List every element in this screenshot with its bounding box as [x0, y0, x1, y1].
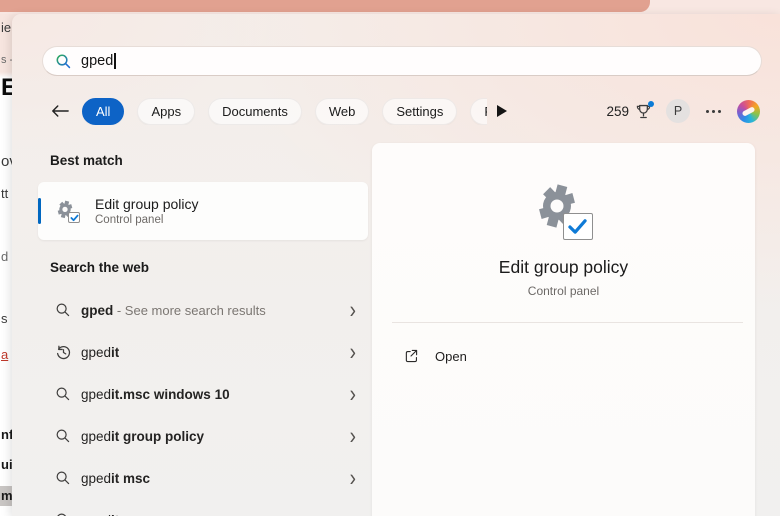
- group-policy-gear-icon: [52, 198, 78, 224]
- bg-text-fragment: ie: [1, 20, 11, 35]
- suggestion-row[interactable]: gpedit msc ›: [38, 457, 368, 499]
- web-suggestions-list: gped - See more search results › gpedit …: [38, 289, 368, 516]
- tab-folders[interactable]: Folders: [470, 98, 487, 125]
- preview-title: Edit group policy: [372, 257, 755, 278]
- suggestion-history[interactable]: gpedit ›: [38, 331, 368, 373]
- user-avatar[interactable]: P: [666, 99, 690, 123]
- suggestion-typed: gped: [81, 471, 111, 486]
- search-icon: [54, 469, 72, 487]
- rewards-points: 259: [606, 104, 629, 119]
- chevron-right-icon: ›: [350, 382, 356, 406]
- bg-text-fragment: s: [1, 311, 8, 326]
- browser-titlebar-accent: [0, 0, 650, 12]
- rewards-trophy-icon: [635, 103, 652, 120]
- suggestion-completion: it: [111, 345, 119, 360]
- search-input[interactable]: gped: [42, 46, 762, 76]
- chevron-right-icon: ›: [350, 424, 356, 448]
- suggestion-typed: gped: [81, 513, 111, 516]
- bg-text-fragment: tt: [1, 186, 8, 201]
- bg-text-fragment: m: [1, 488, 13, 503]
- result-preview-panel: Edit group policy Control panel Open: [372, 143, 755, 516]
- chevron-right-icon: ›: [350, 508, 356, 516]
- chevron-right-icon: ›: [350, 298, 356, 322]
- filter-bar: All Apps Documents Web Settings Folders …: [50, 96, 760, 126]
- tab-settings[interactable]: Settings: [382, 98, 457, 125]
- suggestion-query: gped: [81, 303, 113, 318]
- back-arrow-icon: [51, 104, 69, 118]
- suggestion-note: - See more search results: [113, 303, 265, 318]
- selection-accent-bar: [38, 198, 41, 224]
- suggestion-row-partial[interactable]: gpedit ›: [38, 499, 368, 516]
- rewards-button[interactable]: 259: [606, 103, 652, 120]
- best-match-header: Best match: [50, 153, 123, 168]
- copilot-icon[interactable]: [737, 100, 760, 123]
- search-query-text: gped: [81, 53, 113, 69]
- search-icon: [54, 301, 72, 319]
- suggestion-row[interactable]: gpedit group policy ›: [38, 415, 368, 457]
- best-match-result[interactable]: Edit group policy Control panel: [38, 182, 368, 240]
- chevron-right-icon: ›: [350, 340, 356, 364]
- text-caret: [114, 53, 116, 69]
- search-icon: [55, 53, 72, 70]
- search-icon: [54, 427, 72, 445]
- tab-all[interactable]: All: [82, 98, 124, 125]
- open-external-icon: [403, 348, 419, 364]
- suggestion-row[interactable]: gpedit.msc windows 10 ›: [38, 373, 368, 415]
- avatar-initial: P: [674, 104, 682, 118]
- divider: [392, 322, 743, 323]
- more-options-icon[interactable]: [704, 106, 723, 117]
- search-icon: [54, 385, 72, 403]
- back-button[interactable]: [50, 101, 70, 121]
- best-match-title: Edit group policy: [95, 196, 199, 212]
- open-action[interactable]: Open: [390, 339, 737, 373]
- filter-bar-right: 259 P: [606, 99, 760, 123]
- bg-text-fragment: d: [1, 249, 8, 264]
- preview-subtitle: Control panel: [372, 284, 755, 298]
- tab-documents[interactable]: Documents: [208, 98, 302, 125]
- suggestion-completion: it.msc windows 10: [111, 387, 230, 402]
- group-policy-gear-icon-large: [525, 181, 603, 245]
- search-icon: [54, 511, 72, 516]
- history-icon: [54, 343, 72, 361]
- suggestion-completion: it msc: [111, 471, 150, 486]
- browser-titlebar: [0, 0, 780, 14]
- bg-link-fragment: a: [1, 347, 8, 362]
- chevron-right-icon: ›: [350, 466, 356, 490]
- suggestion-typed: gped: [81, 387, 111, 402]
- suggestion-completion: it group policy: [111, 429, 204, 444]
- open-label: Open: [435, 349, 467, 364]
- suggestion-typed: gped: [81, 345, 111, 360]
- scroll-tabs-right-icon[interactable]: [497, 105, 507, 117]
- tab-apps[interactable]: Apps: [137, 98, 195, 125]
- suggestion-typed: gped: [81, 429, 111, 444]
- suggestion-see-more[interactable]: gped - See more search results ›: [38, 289, 368, 331]
- search-the-web-header: Search the web: [50, 260, 149, 275]
- best-match-subtitle: Control panel: [95, 214, 199, 226]
- search-flyout: gped All Apps Documents Web Settings Fol…: [12, 14, 780, 516]
- notification-dot: [648, 101, 654, 107]
- filter-tabs: All Apps Documents Web Settings Folders …: [82, 98, 487, 125]
- best-match-text: Edit group policy Control panel: [95, 196, 199, 226]
- suggestion-completion: it: [111, 513, 119, 516]
- tab-web[interactable]: Web: [315, 98, 370, 125]
